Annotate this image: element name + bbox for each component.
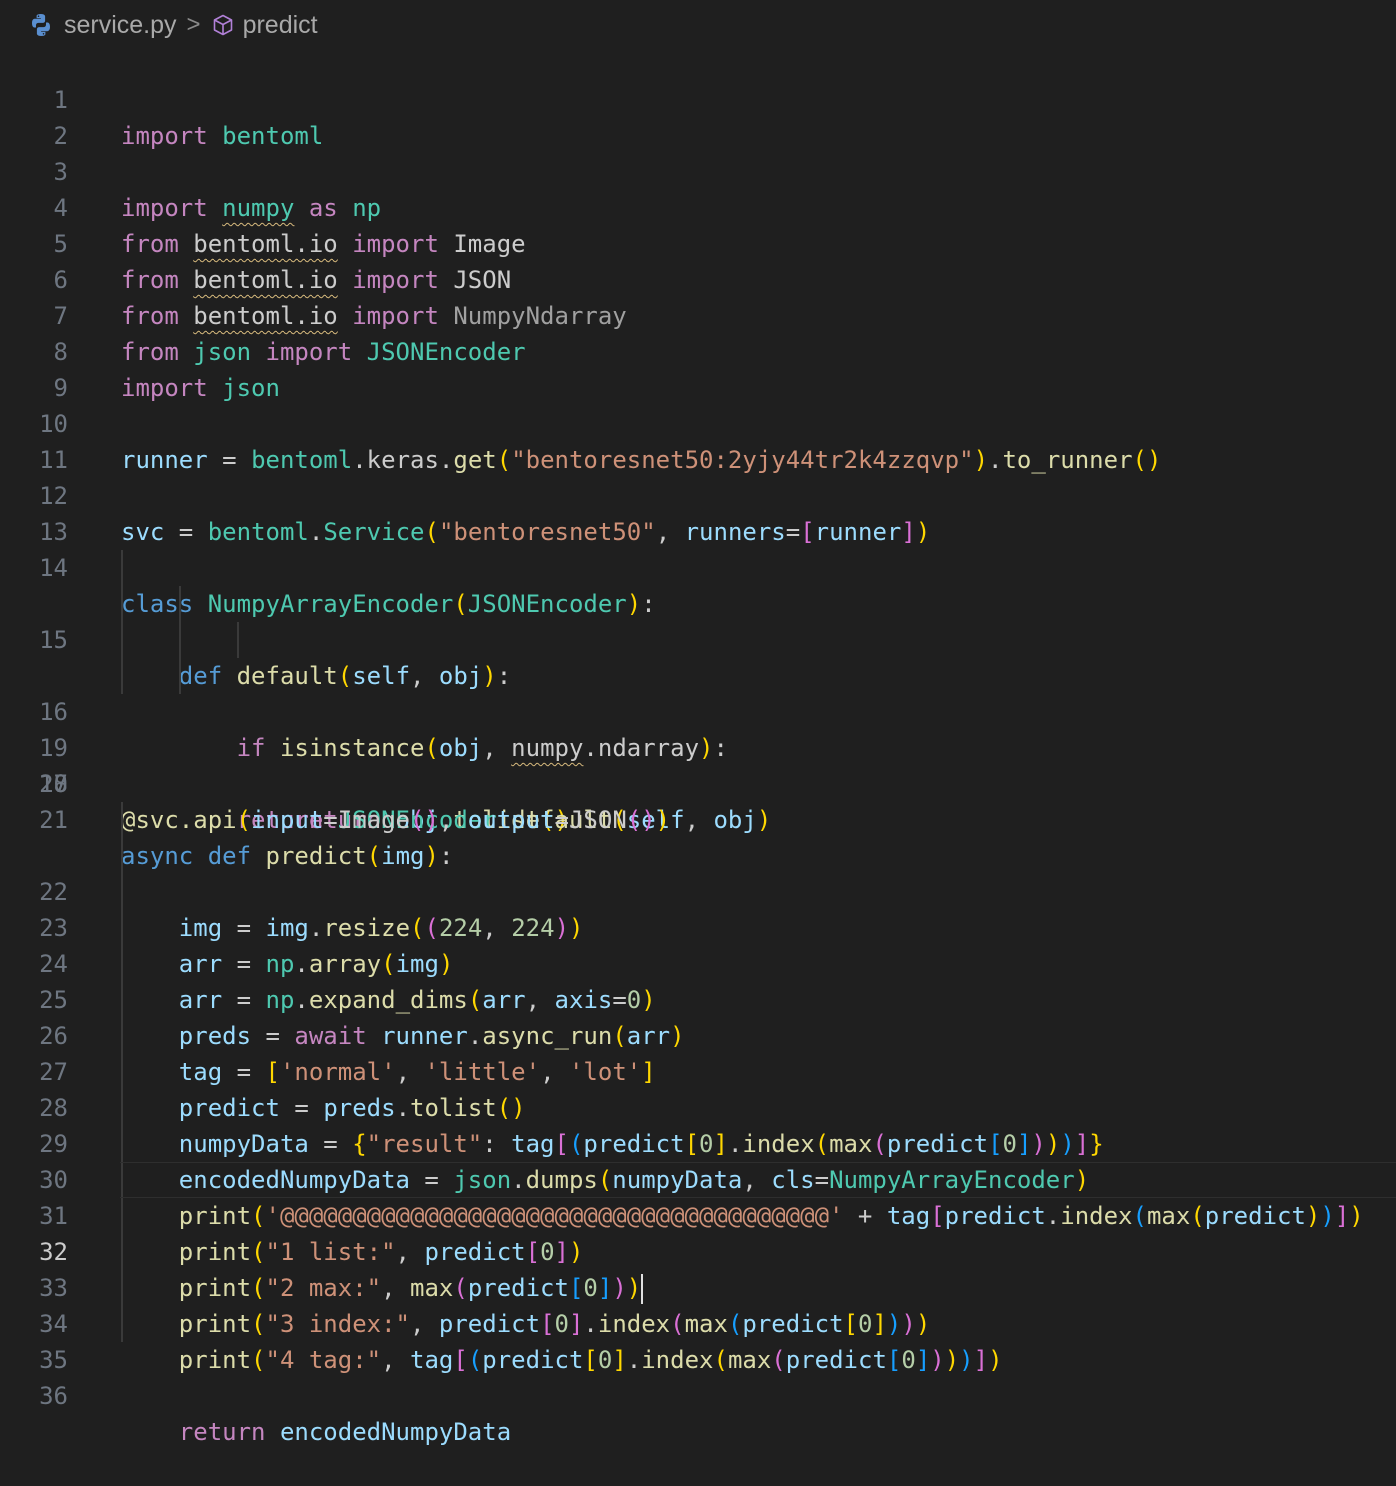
code-line-22[interactable]: 22 img = img.resize((224, 224)) [0, 802, 1396, 942]
indent-guide [121, 946, 123, 982]
code-line-15[interactable]: 15 def default(self, obj): [0, 550, 1396, 690]
indent-guide [121, 874, 123, 910]
line-number: 36 [39, 1382, 68, 1410]
breadcrumb-symbol[interactable]: predict [243, 11, 318, 40]
indent-guide [121, 1018, 123, 1054]
cube-icon [211, 13, 235, 37]
indent-guide [121, 1270, 123, 1306]
code-line-23[interactable]: 23 arr = np.array(img) [0, 838, 1396, 978]
indent-guide [121, 910, 123, 946]
breadcrumb: service.py > predict [0, 0, 1396, 50]
breadcrumb-file[interactable]: service.py [64, 11, 177, 40]
indent-guide [121, 1054, 123, 1090]
code-line-8[interactable]: 8 import json [0, 298, 1396, 402]
code-line-9[interactable]: 9 [0, 334, 1396, 402]
indent-guide [121, 1198, 123, 1234]
indent-guide [237, 622, 239, 658]
code-line-19[interactable]: 19 [0, 694, 1396, 762]
code-line-2[interactable]: 2 [0, 82, 1396, 150]
indent-guide [121, 982, 123, 1018]
code-line-17[interactable]: 17 return obj.tolist() [0, 622, 1396, 834]
code-line-4[interactable]: 4 from bentoml.io import Image [0, 154, 1396, 258]
indent-guide [121, 838, 123, 874]
indent-guide [121, 622, 123, 658]
indent-guide [121, 802, 123, 838]
code-editor[interactable]: 1 import bentoml 2 3 import numpy as np … [0, 46, 1396, 1446]
code-line-1[interactable]: 1 import bentoml [0, 46, 1396, 150]
indent-guide [179, 658, 181, 694]
breadcrumb-separator: > [186, 11, 201, 38]
code-line-33[interactable]: 33 print("3 index:", predict[0].index(ma… [0, 1198, 1396, 1338]
code-line-7[interactable]: 7 from json import JSONEncoder [0, 262, 1396, 366]
code-text[interactable]: return encodedNumpyData [121, 1414, 511, 1450]
code-line-10[interactable]: 10 runner = bentoml.keras.get("bentoresn… [0, 370, 1396, 474]
code-line-21[interactable]: 21 async def predict(img): [0, 766, 1396, 870]
code-line-20[interactable]: 20 @svc.api(input=Image(), output=JSON()… [0, 730, 1396, 834]
code-line-18[interactable]: 18 return JSONEncoder.default(self, obj) [0, 658, 1396, 834]
code-line-30[interactable]: 30 print('@@@@@@@@@@@@@@@@@@@@@@@@@@@@@@… [0, 1090, 1396, 1230]
code-line-29[interactable]: 29 encodedNumpyData = json.dumps(numpyDa… [0, 1054, 1396, 1194]
indent-guide [179, 622, 181, 658]
indent-guide [121, 1126, 123, 1162]
code-line-24[interactable]: 24 arr = np.expand_dims(arr, axis=0) [0, 874, 1396, 1014]
code-line-6[interactable]: 6 from bentoml.io import NumpyNdarray [0, 226, 1396, 330]
indent-guide [121, 658, 123, 694]
indent-guide [121, 1162, 123, 1198]
code-text[interactable]: print("4 tag:", tag[(predict[0].index(ma… [121, 1342, 1003, 1378]
indent-guide [121, 586, 123, 622]
code-line-36[interactable]: 36 return encodedNumpyData [0, 1306, 1396, 1446]
indent-guide [121, 1306, 123, 1342]
code-line-26[interactable]: 26 tag = ['normal', 'little', 'lot'] [0, 946, 1396, 1086]
code-line-13[interactable]: 13 [0, 478, 1396, 546]
python-icon [28, 12, 54, 38]
code-line-5[interactable]: 5 from bentoml.io import JSON [0, 190, 1396, 294]
code-line-25[interactable]: 25 preds = await runner.async_run(arr) [0, 910, 1396, 1050]
code-line-12[interactable]: 12 svc = bentoml.Service("bentoresnet50"… [0, 442, 1396, 546]
code-line-32[interactable]: 32 print("2 max:", max(predict[0])) [0, 1162, 1396, 1304]
code-line-35[interactable]: 35 [0, 1270, 1396, 1374]
code-line-14[interactable]: 14 class NumpyArrayEncoder(JSONEncoder): [0, 514, 1396, 618]
code-line-11[interactable]: 11 [0, 406, 1396, 474]
code-line-28[interactable]: 28 numpyData = {"result": tag[(predict[0… [0, 1018, 1396, 1158]
indent-guide [121, 1090, 123, 1126]
code-line-16[interactable]: 16 if isinstance(obj, numpy.ndarray): [0, 586, 1396, 762]
code-line-3[interactable]: 3 import numpy as np [0, 118, 1396, 222]
indent-guide [179, 586, 181, 622]
indent-guide [121, 1234, 123, 1270]
indent-guide [121, 550, 123, 586]
code-line-31[interactable]: 31 print("1 list:", predict[0]) [0, 1126, 1396, 1266]
code-line-34[interactable]: 34 print("4 tag:", tag[(predict[0].index… [0, 1234, 1396, 1374]
code-line-27[interactable]: 27 predict = preds.tolist() [0, 982, 1396, 1122]
